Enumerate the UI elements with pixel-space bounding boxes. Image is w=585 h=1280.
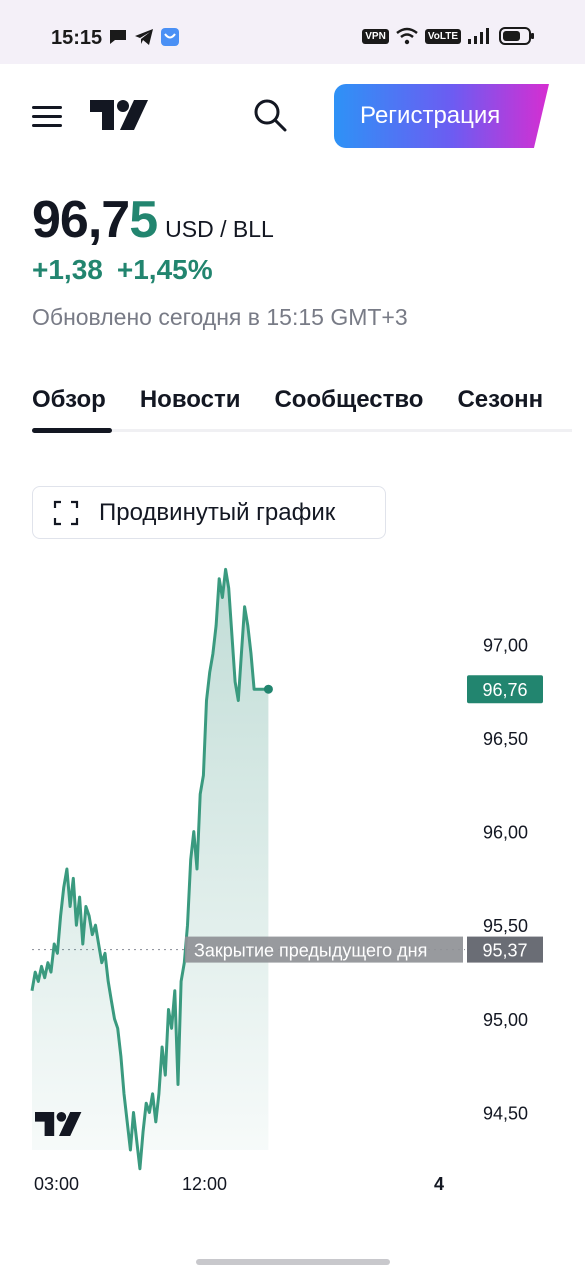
x-tick-label: 4 (434, 1174, 444, 1194)
status-time: 15:15 (51, 27, 103, 49)
price-unit: USD / BLL (165, 216, 274, 242)
signal-icon (468, 28, 489, 44)
y-tick-label: 94,50 (483, 1104, 528, 1124)
tab-seasonals[interactable]: Сезонн (457, 386, 543, 414)
vpn-badge: VPN (362, 28, 389, 44)
search-icon[interactable] (252, 97, 288, 133)
advanced-chart-label: Продвинутый график (99, 498, 336, 526)
tab-news[interactable]: Новости (140, 386, 241, 414)
change-row: +1,38 +1,45% (32, 254, 213, 286)
wifi-icon (396, 27, 418, 45)
y-tick-label: 97,00 (483, 635, 528, 655)
price-block: 96,75 USD / BLL (32, 190, 274, 250)
y-tick-label: 96,00 (483, 823, 528, 843)
y-tick-label: 95,00 (483, 1010, 528, 1030)
tradingview-logo[interactable] (90, 100, 150, 130)
advanced-chart-button[interactable]: Продвинутый график (32, 486, 386, 539)
volte-badge: VoLTE (424, 28, 461, 44)
x-tick-label: 12:00 (182, 1174, 227, 1194)
status-bar: 15:15 VPN VoLTE (0, 0, 585, 64)
battery-icon (499, 27, 534, 45)
top-header: Регистрация (0, 64, 585, 168)
tab-divider (112, 429, 572, 432)
y-tick-label: 95,50 (483, 916, 528, 936)
fullscreen-icon (53, 500, 79, 525)
prev-close-label: Закрытие предыдущего дня (194, 941, 427, 961)
price-chart[interactable]: 97,00 96,50 96,00 95,50 95,00 94,50 96,76 Закры… (0, 550, 585, 1210)
y-tick-label: 96,50 (483, 729, 528, 749)
active-tab-indicator (32, 428, 112, 433)
app-icon (161, 28, 179, 46)
price-last-digit: 5 (129, 191, 158, 249)
price-main: 96,7 (32, 191, 130, 249)
tab-community[interactable]: Сообщество (274, 386, 423, 414)
tab-overview[interactable]: Обзор (32, 386, 106, 414)
notification-icons (108, 27, 180, 47)
tab-bar: Обзор Новости Сообщество Сезонн (32, 386, 572, 434)
last-price: 96,75 (32, 190, 158, 250)
register-button[interactable]: Регистрация (334, 84, 549, 148)
x-tick-label: 03:00 (34, 1174, 79, 1194)
menu-icon[interactable] (32, 106, 62, 128)
home-indicator[interactable] (196, 1259, 390, 1265)
status-right: VPN VoLTE (362, 27, 535, 45)
prev-close-value-label: 95,37 (482, 941, 527, 961)
last-value-label: 96,76 (482, 680, 527, 700)
change-abs: +1,38 (32, 254, 103, 285)
updated-text: Обновлено сегодня в 15:15 GMT+3 (32, 304, 408, 330)
telegram-icon (135, 29, 153, 45)
last-point-dot (263, 684, 273, 694)
chat-bubble-icon (110, 30, 126, 44)
change-pct: +1,45% (116, 254, 213, 285)
